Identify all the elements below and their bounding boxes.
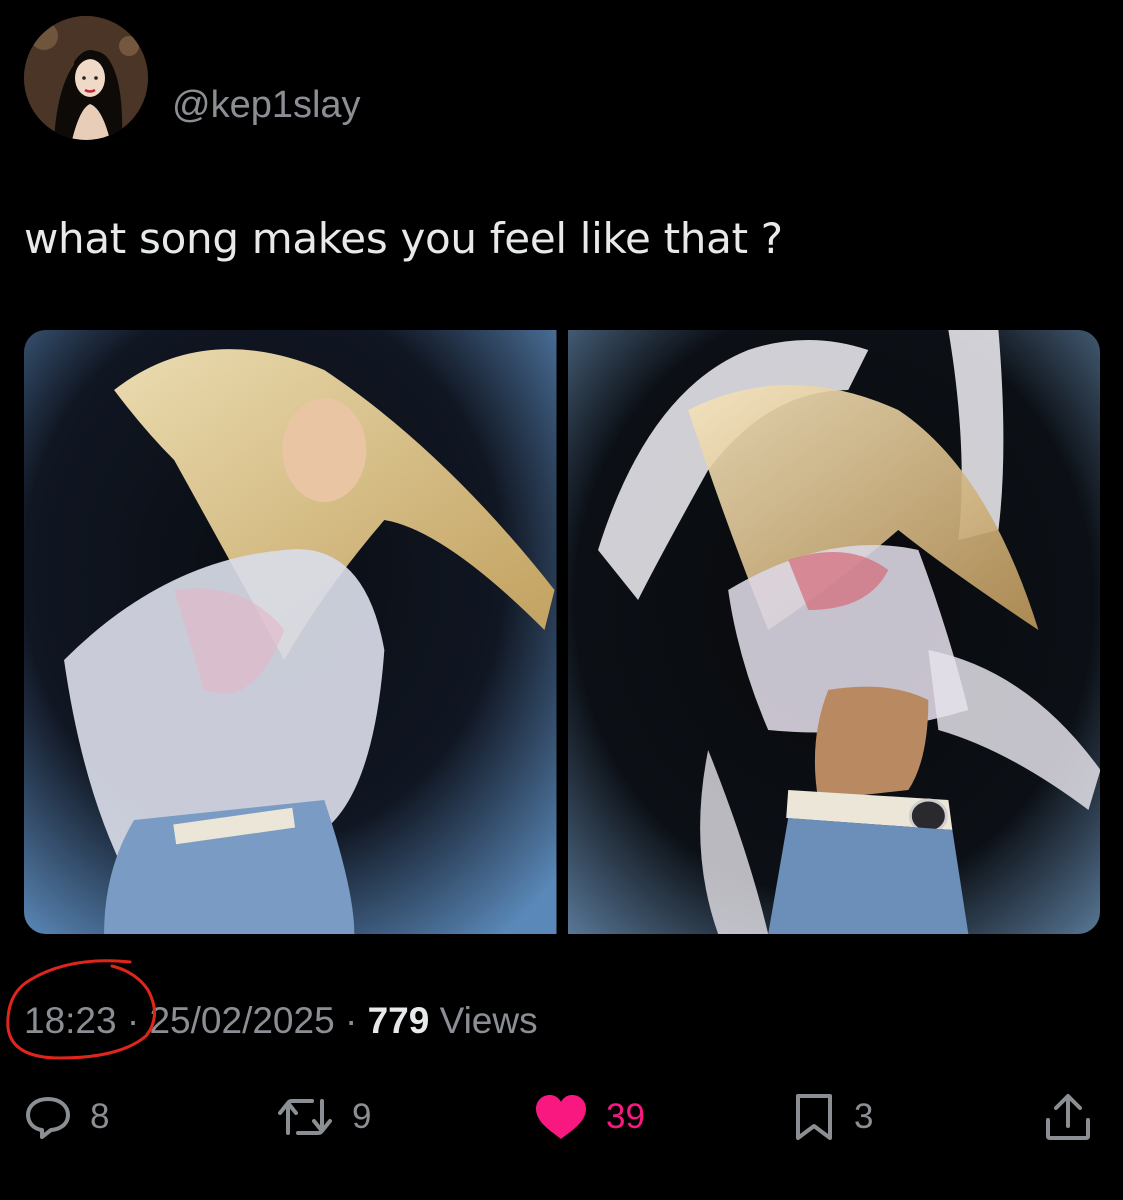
media-grid: [24, 330, 1100, 934]
tweet-date[interactable]: 25/02/2025: [149, 1000, 334, 1041]
like-button[interactable]: 39: [534, 1082, 645, 1152]
tweet-meta: 18:23 · 25/02/2025 · 779 Views: [24, 1000, 538, 1042]
separator: ·: [126, 1000, 140, 1041]
like-count: 39: [606, 1097, 645, 1136]
repost-icon: [278, 1099, 332, 1135]
dancer-photo-left: [24, 330, 557, 934]
reply-icon: [26, 1097, 70, 1139]
tweet-text: what song makes you feel like that ?: [24, 214, 783, 263]
reply-button[interactable]: 8: [24, 1082, 109, 1152]
views-count[interactable]: 779: [368, 1000, 430, 1041]
avatar[interactable]: [24, 16, 148, 140]
photo-left[interactable]: [24, 330, 557, 934]
share-button[interactable]: [1044, 1082, 1092, 1152]
reply-count: 8: [90, 1097, 110, 1136]
repost-count: 9: [352, 1097, 372, 1136]
separator: ·: [344, 1000, 358, 1041]
bookmark-icon: [796, 1094, 832, 1140]
repost-button[interactable]: 9: [276, 1082, 371, 1152]
tweet-time[interactable]: 18:23: [24, 1000, 117, 1041]
bookmark-count: 3: [854, 1097, 874, 1136]
heart-icon: [536, 1095, 586, 1139]
author-handle[interactable]: @kep1slay: [172, 84, 361, 127]
avatar-image: [24, 16, 148, 140]
bookmark-button[interactable]: 3: [792, 1082, 873, 1152]
action-bar: 8 9 39 3: [0, 1082, 1123, 1152]
dancer-photo-right: [567, 330, 1100, 934]
photo-right[interactable]: [567, 330, 1100, 934]
views-label: Views: [439, 1000, 538, 1041]
share-icon: [1046, 1094, 1090, 1140]
